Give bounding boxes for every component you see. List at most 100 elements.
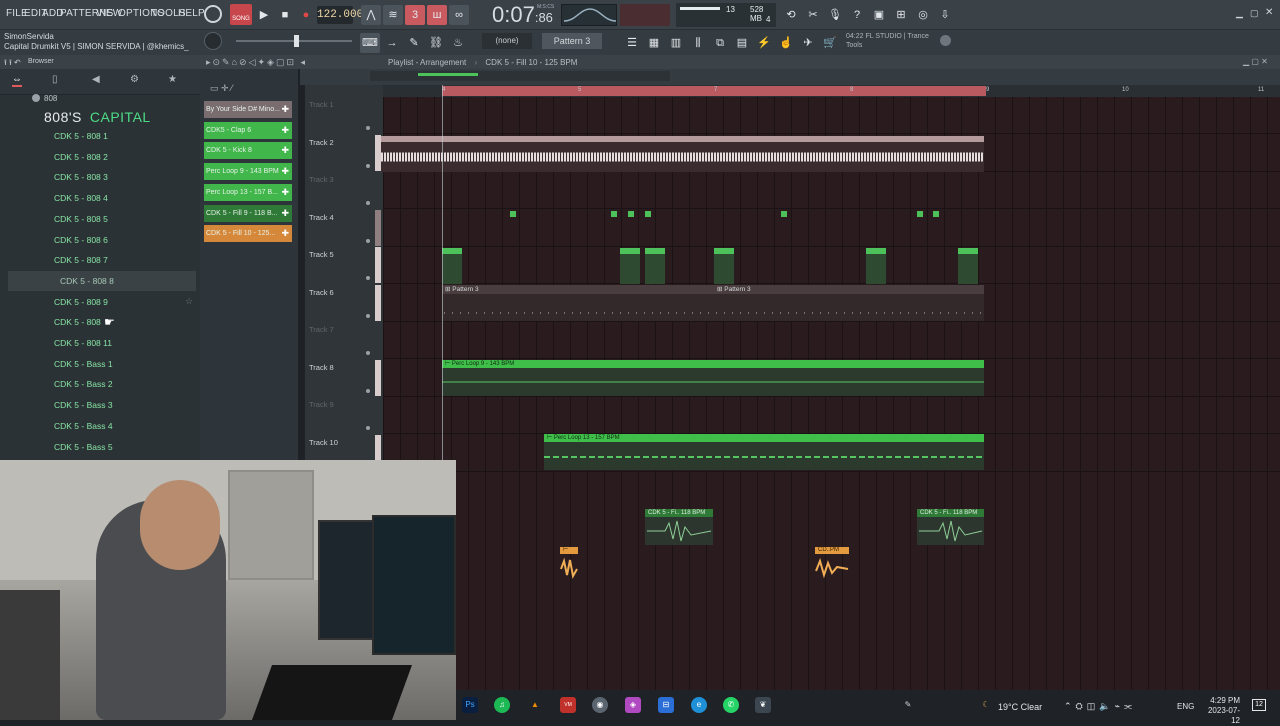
microphone-icon[interactable]: 🎙: [825, 5, 845, 25]
track-name[interactable]: Track 2: [309, 138, 334, 147]
track-name[interactable]: Track 6: [309, 288, 334, 297]
picker-channel[interactable]: CDK 5 - Fill 9 - 118 B... ✚: [204, 204, 292, 222]
browser-item[interactable]: CDK 5 - 808 8: [8, 270, 196, 291]
track-mute-dot[interactable]: [366, 126, 370, 130]
browser-item[interactable]: CDK 5 - 808 5: [54, 209, 194, 229]
perc-loop-13-body[interactable]: [544, 442, 984, 470]
kick-clip[interactable]: [714, 248, 734, 284]
track-lane[interactable]: [383, 322, 1280, 359]
clip-fill-2-body[interactable]: [917, 517, 984, 545]
step-edit-icon[interactable]: ш: [427, 5, 447, 25]
edge-icon[interactable]: e: [691, 697, 707, 713]
add-channel-icon[interactable]: ✚: [281, 225, 289, 242]
perc-loop-9-body[interactable]: [442, 368, 984, 396]
download-icon[interactable]: ⇩: [935, 5, 955, 25]
track-name[interactable]: Track 3: [309, 175, 334, 184]
picker-channel[interactable]: CDK5 - Clap 6 ✚: [204, 121, 292, 139]
pencil-tool-icon[interactable]: ✎: [404, 33, 424, 53]
tempo-display[interactable]: 122.000: [317, 6, 363, 24]
wait-record-icon[interactable]: ≋: [383, 5, 403, 25]
clap-clip[interactable]: [917, 211, 923, 247]
browser-item[interactable]: CDK 5 - 808: [54, 312, 194, 332]
track-mute-dot[interactable]: [366, 426, 370, 430]
add-channel-icon[interactable]: ✚: [281, 163, 289, 180]
typing-keyboard-icon[interactable]: ⌨: [360, 33, 380, 53]
countdown-icon[interactable]: 3: [405, 5, 425, 25]
clip-fill-1[interactable]: CDK 5 - Fi.. 118 BPM: [645, 509, 713, 517]
close-window-icon[interactable]: ✕: [1265, 7, 1273, 18]
kick-clip[interactable]: [645, 248, 665, 284]
audio-clip-track2[interactable]: [381, 136, 984, 172]
all-files-tab-icon[interactable]: ⇔: [12, 74, 22, 87]
pattern-selector[interactable]: Pattern 3: [542, 33, 602, 49]
picker-channel[interactable]: CDK 5 - Kick 8 ✚: [204, 142, 292, 160]
track-mute-dot[interactable]: [366, 238, 370, 243]
maximize-window-icon[interactable]: ▢: [1250, 8, 1259, 19]
kick-clip[interactable]: [620, 248, 640, 284]
add-channel-icon[interactable]: ✚: [281, 205, 289, 222]
clap-clip[interactable]: [628, 211, 634, 247]
add-channel-icon[interactable]: ✚: [281, 142, 289, 159]
system-tray-icon[interactable]: ⌃⛭◫🔈⌁⫘: [1064, 701, 1136, 712]
play-button[interactable]: ▶: [254, 5, 274, 25]
minimize-window-icon[interactable]: ▁: [1236, 8, 1243, 19]
track-name[interactable]: Track 8: [309, 363, 334, 372]
shop-icon[interactable]: 🛒: [820, 33, 840, 53]
clip-perc-loop-9[interactable]: ⊢ Perc Loop 9 - 143 BPM: [442, 360, 984, 368]
obs-icon[interactable]: ◉: [592, 697, 608, 713]
track-mute-dot[interactable]: [366, 313, 370, 318]
piano-roll-icon[interactable]: ▥: [666, 33, 686, 53]
project-tab-icon[interactable]: ▯: [52, 74, 58, 85]
browser-item[interactable]: CDK 5 - Bass 3: [54, 395, 194, 415]
clap-clip[interactable]: [510, 211, 516, 247]
track-lane[interactable]: [383, 397, 1280, 434]
browser-item[interactable]: CDK 5 - 808 4: [54, 188, 194, 208]
browser-item[interactable]: CDK 5 - 808 6: [54, 230, 194, 250]
browser-item[interactable]: CDK 5 - Bass 4: [54, 416, 194, 436]
clip-fill-2[interactable]: CDK 5 - Fi.. 118 BPM: [917, 509, 984, 517]
mixer-view-icon[interactable]: ⫼: [688, 33, 708, 53]
vlc-icon[interactable]: ▲: [527, 697, 543, 713]
kick-clip[interactable]: [442, 248, 462, 284]
track-mute-dot[interactable]: [366, 351, 370, 355]
browser-item[interactable]: CDK 5 - 808 1: [54, 126, 194, 146]
browser-toggle-icon[interactable]: ▤: [732, 33, 752, 53]
browser-item[interactable]: CDK 5 - Bass 2: [54, 374, 194, 394]
playhead[interactable]: [442, 85, 443, 460]
browser-item[interactable]: CDK 5 - Bass 1: [54, 354, 194, 374]
track-color-bar[interactable]: [375, 359, 381, 396]
master-volume-knob[interactable]: [204, 5, 222, 23]
picker-channel[interactable]: CDK 5 - Fill 10 - 125... ✚: [204, 225, 292, 243]
track-name[interactable]: Track 4: [309, 213, 334, 222]
browser-item[interactable]: CDK 5 - 808 11: [54, 333, 194, 353]
channel-rack-icon[interactable]: ⧉: [710, 33, 730, 53]
clip-orange-2-body[interactable]: [815, 555, 849, 579]
plugin-database-icon[interactable]: ⚡: [754, 33, 774, 53]
track-color-bar[interactable]: [375, 284, 381, 321]
clip-orange-2[interactable]: CD..PM: [815, 547, 849, 554]
song-mode-button[interactable]: SONG: [230, 4, 252, 25]
track-lane[interactable]: [383, 210, 1280, 247]
speaker-tab-icon[interactable]: ◀: [92, 74, 100, 85]
account-icon[interactable]: [940, 35, 951, 46]
clap-clip[interactable]: [933, 211, 939, 247]
track-name[interactable]: Track 9: [309, 400, 334, 409]
track-name[interactable]: Track 7: [309, 325, 334, 334]
clip-fill-1-body[interactable]: [645, 517, 713, 545]
kick-clip[interactable]: [958, 248, 978, 284]
browser-item[interactable]: CDK 5 - Bass 5: [54, 437, 194, 457]
track-name[interactable]: Track 5: [309, 250, 334, 259]
loop-record-icon[interactable]: ∞: [449, 5, 469, 25]
arrow-right-icon[interactable]: →: [382, 33, 402, 53]
menu-help[interactable]: HELP: [178, 8, 205, 19]
link-icon[interactable]: ⛓: [426, 33, 446, 53]
playlist-tools-icon[interactable]: ▸⊙✎⌂⊘◁✦◈▢⊡ ◂: [206, 57, 307, 68]
touch-keyboard-icon[interactable]: ☝: [776, 33, 796, 53]
track-name[interactable]: Track 10: [309, 438, 338, 447]
metronome-icon[interactable]: ⋀: [361, 5, 381, 25]
save-icon[interactable]: ▣: [869, 5, 889, 25]
kick-clip[interactable]: [866, 248, 886, 284]
snap-selector[interactable]: (none): [482, 33, 532, 49]
clap-clip[interactable]: [645, 211, 651, 247]
photoshop-icon[interactable]: Ps: [462, 697, 478, 713]
